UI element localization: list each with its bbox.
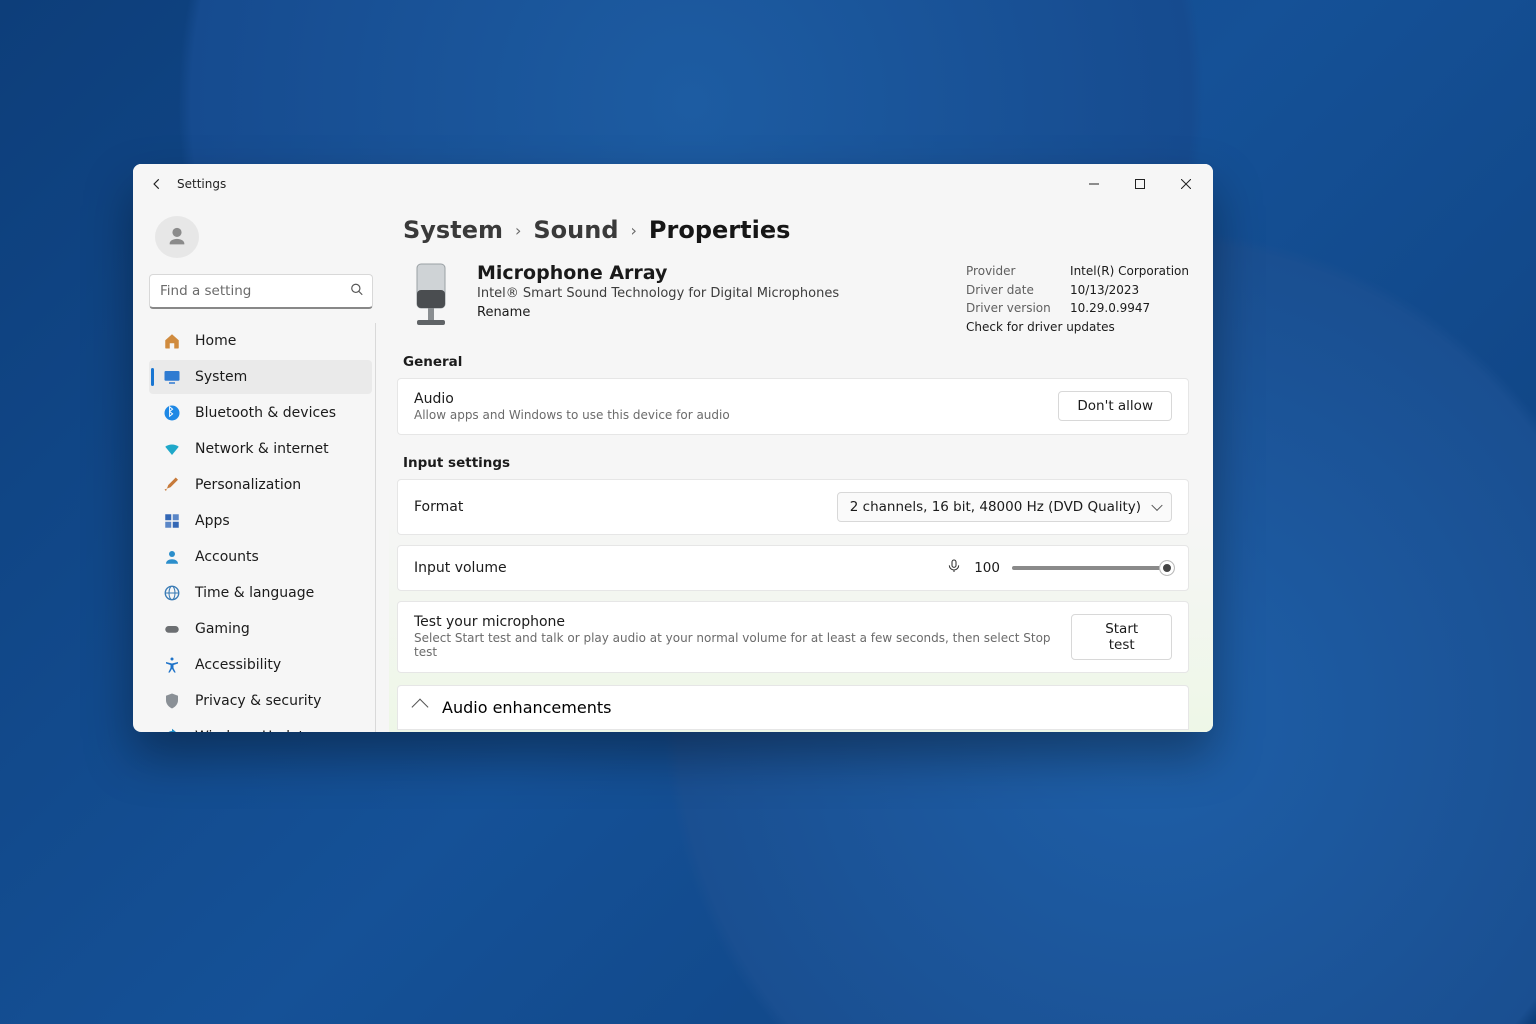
search-input[interactable] <box>150 275 372 307</box>
settings-window: Settings HomeSystemBluetooth & <box>133 164 1213 732</box>
driver-meta: Provider Intel(R) Corporation Driver date… <box>966 262 1189 334</box>
sidebar: Home System Bluetooth & devices Network & i… <box>133 204 389 732</box>
search-box[interactable] <box>149 274 373 309</box>
audio-title: Audio <box>414 391 730 407</box>
sidebar-item-apps[interactable]: Apps <box>149 504 372 538</box>
sidebar-item-bluetooth-devices[interactable]: Bluetooth & devices <box>149 396 372 430</box>
card-audio-enhancements[interactable]: Audio enhancements <box>397 685 1189 730</box>
sidebar-nav: Home System Bluetooth & devices Network & i… <box>145 323 377 732</box>
home-icon <box>163 332 181 350</box>
sidebar-item-windows-update[interactable]: Windows Update <box>149 720 372 732</box>
start-test-button[interactable]: Start test <box>1071 614 1172 660</box>
dont-allow-button[interactable]: Don't allow <box>1058 391 1172 421</box>
device-desc: Intel® Smart Sound Technology for Digita… <box>477 286 839 301</box>
sidebar-item-accounts[interactable]: Accounts <box>149 540 372 574</box>
sidebar-item-time-language[interactable]: Time & language <box>149 576 372 610</box>
close-button[interactable] <box>1163 168 1209 200</box>
meta-driverdate: 10/13/2023 <box>1070 281 1139 300</box>
sidebar-item-network-internet[interactable]: Network & internet <box>149 432 372 466</box>
test-title: Test your microphone <box>414 614 1071 630</box>
globe-icon <box>163 584 181 602</box>
microphone-icon <box>403 262 459 332</box>
user-avatar[interactable] <box>155 216 199 258</box>
breadcrumb-sound[interactable]: Sound <box>533 216 618 244</box>
card-input-volume: Input volume 100 <box>397 545 1189 591</box>
microphone-small-icon <box>946 558 962 578</box>
volume-value: 100 <box>974 560 1000 576</box>
volume-title: Input volume <box>414 560 507 576</box>
sidebar-item-home[interactable]: Home <box>149 324 372 358</box>
breadcrumb-current: Properties <box>649 216 790 244</box>
sidebar-item-personalization[interactable]: Personalization <box>149 468 372 502</box>
device-header: Microphone Array Intel® Smart Sound Tech… <box>403 262 1189 334</box>
titlebar: Settings <box>133 164 1213 204</box>
shield-icon <box>163 692 181 710</box>
section-input-settings: Input settings <box>403 455 1189 471</box>
breadcrumb: System › Sound › Properties <box>403 216 1189 244</box>
rename-button[interactable]: Rename <box>477 305 530 320</box>
sidebar-item-privacy-security[interactable]: Privacy & security <box>149 684 372 718</box>
maximize-button[interactable] <box>1117 168 1163 200</box>
bluetooth-icon <box>163 404 181 422</box>
chevron-right-icon: › <box>515 221 521 240</box>
sidebar-item-label: Network & internet <box>195 441 329 457</box>
content: System › Sound › Properties <box>389 204 1213 732</box>
apps-icon <box>163 512 181 530</box>
brush-icon <box>163 476 181 494</box>
chevron-up-icon <box>412 699 429 716</box>
meta-driverver: 10.29.0.9947 <box>1070 299 1150 318</box>
sidebar-item-label: Time & language <box>195 585 314 601</box>
back-button[interactable] <box>137 164 177 204</box>
sidebar-item-label: Apps <box>195 513 230 529</box>
sidebar-item-label: Accessibility <box>195 657 281 673</box>
check-driver-updates[interactable]: Check for driver updates <box>966 320 1115 334</box>
accessibility-icon <box>163 656 181 674</box>
format-dropdown[interactable]: 2 channels, 16 bit, 48000 Hz (DVD Qualit… <box>837 492 1172 522</box>
chevron-right-icon: › <box>631 221 637 240</box>
gamepad-icon <box>163 620 181 638</box>
card-audio: Audio Allow apps and Windows to use this… <box>397 378 1189 435</box>
meta-provider: Intel(R) Corporation <box>1070 262 1189 281</box>
format-value: 2 channels, 16 bit, 48000 Hz (DVD Qualit… <box>850 499 1141 515</box>
audio-sub: Allow apps and Windows to use this devic… <box>414 408 730 422</box>
wifi-icon <box>163 440 181 458</box>
minimize-button[interactable] <box>1071 168 1117 200</box>
enhancements-title: Audio enhancements <box>442 698 611 717</box>
sidebar-item-gaming[interactable]: Gaming <box>149 612 372 646</box>
test-sub: Select Start test and talk or play audio… <box>414 631 1071 659</box>
meta-driverver-label: Driver version <box>966 299 1052 318</box>
sidebar-item-accessibility[interactable]: Accessibility <box>149 648 372 682</box>
sidebar-item-label: Home <box>195 333 236 349</box>
system-icon <box>163 368 181 386</box>
search-icon <box>350 281 364 300</box>
person-icon <box>163 548 181 566</box>
sidebar-item-label: Windows Update <box>195 729 313 732</box>
device-name: Microphone Array <box>477 262 839 284</box>
sidebar-item-label: Accounts <box>195 549 259 565</box>
sidebar-item-label: Privacy & security <box>195 693 321 709</box>
sidebar-item-label: Gaming <box>195 621 250 637</box>
meta-provider-label: Provider <box>966 262 1052 281</box>
update-icon <box>163 728 181 732</box>
sidebar-item-label: System <box>195 369 247 385</box>
sidebar-item-label: Personalization <box>195 477 301 493</box>
section-general: General <box>403 354 1189 370</box>
window-title: Settings <box>177 177 226 191</box>
sidebar-item-system[interactable]: System <box>149 360 372 394</box>
format-title: Format <box>414 499 463 515</box>
sidebar-item-label: Bluetooth & devices <box>195 405 336 421</box>
card-format: Format 2 channels, 16 bit, 48000 Hz (DVD… <box>397 479 1189 535</box>
volume-slider[interactable] <box>1012 566 1172 570</box>
meta-driverdate-label: Driver date <box>966 281 1052 300</box>
breadcrumb-system[interactable]: System <box>403 216 503 244</box>
card-test-mic: Test your microphone Select Start test a… <box>397 601 1189 673</box>
